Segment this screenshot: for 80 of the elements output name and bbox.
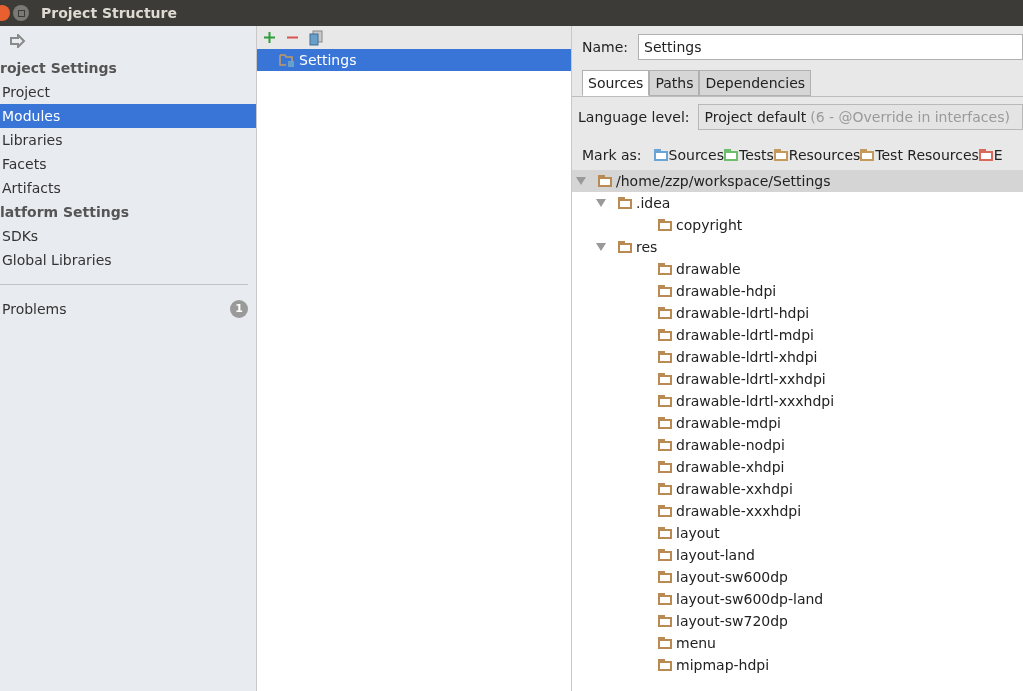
tree-row[interactable]: drawable-xhdpi <box>572 456 1023 478</box>
tree-row[interactable]: layout-sw600dp-land <box>572 588 1023 610</box>
folder-icon <box>658 263 672 275</box>
section-header: roject Settings <box>0 58 118 78</box>
tree-row[interactable]: drawable-nodpi <box>572 434 1023 456</box>
sidebar-item[interactable]: Global Libraries <box>0 248 256 272</box>
copy-icon[interactable] <box>309 29 323 46</box>
mark-as-label: Mark as: <box>582 145 642 165</box>
mark-button[interactable]: E <box>978 144 1003 166</box>
tree-row[interactable]: drawable-ldrtl-xxxhdpi <box>572 390 1023 412</box>
sidebar-item[interactable]: Facets <box>0 152 256 176</box>
folder-icon <box>658 505 672 517</box>
tree-row[interactable]: drawable-ldrtl-mdpi <box>572 324 1023 346</box>
folder-icon <box>658 285 672 297</box>
minimize-button[interactable] <box>13 5 29 21</box>
expand-arrow[interactable] <box>596 199 608 207</box>
language-level-label: Language level: <box>578 107 690 127</box>
tree-row[interactable]: drawable-ldrtl-xxhdpi <box>572 368 1023 390</box>
tree-row[interactable]: layout-sw600dp <box>572 566 1023 588</box>
module-item[interactable]: Settings <box>257 49 571 71</box>
folder-icon <box>658 615 672 627</box>
mark-button[interactable]: Tests <box>723 144 774 166</box>
folder-icon <box>658 351 672 363</box>
tab[interactable]: Paths <box>649 70 700 96</box>
tree-row[interactable]: mipmap-hdpi <box>572 654 1023 676</box>
mark-button[interactable]: Test Resources <box>860 144 979 166</box>
folder-icon <box>658 571 672 583</box>
folder-icon <box>658 395 672 407</box>
folder-icon <box>658 483 672 495</box>
folder-icon <box>658 593 672 605</box>
tab[interactable]: Sources <box>582 70 650 96</box>
folder-icon <box>658 659 672 671</box>
tree-row[interactable]: copyright <box>572 214 1023 236</box>
tab[interactable]: Dependencies <box>699 70 812 96</box>
tree-row[interactable]: res <box>572 236 1023 258</box>
folder-icon <box>658 461 672 473</box>
window-title: Project Structure <box>41 3 177 23</box>
tree-row[interactable]: drawable-ldrtl-hdpi <box>572 302 1023 324</box>
folder-icon <box>598 175 612 187</box>
expand-arrow[interactable] <box>576 177 588 185</box>
language-level-dropdown[interactable]: Project default (6 - @Override in interfaces) <box>697 104 1023 130</box>
add-icon[interactable] <box>263 31 276 44</box>
tree-row[interactable]: drawable-hdpi <box>572 280 1023 302</box>
name-field[interactable]: Settings <box>638 34 1023 60</box>
sidebar-item[interactable]: Problems 1 <box>0 297 256 321</box>
folder-icon <box>618 197 632 209</box>
tree-row[interactable]: menu <box>572 632 1023 654</box>
tree-row[interactable]: drawable <box>572 258 1023 280</box>
tree-row[interactable]: layout-land <box>572 544 1023 566</box>
name-label: Name: <box>582 37 629 57</box>
tree-row[interactable]: drawable-ldrtl-xhdpi <box>572 346 1023 368</box>
tree-row[interactable]: drawable-xxxhdpi <box>572 500 1023 522</box>
sidebar-item[interactable]: Modules <box>0 104 256 128</box>
folder-icon <box>658 637 672 649</box>
folder-icon <box>658 417 672 429</box>
folder-icon <box>658 219 672 231</box>
tree-row[interactable]: drawable-mdpi <box>572 412 1023 434</box>
tree-row[interactable]: drawable-xxhdpi <box>572 478 1023 500</box>
sidebar-item[interactable]: Libraries <box>0 128 256 152</box>
section-header: latform Settings <box>0 202 131 222</box>
folder-icon <box>618 241 632 253</box>
folder-icon <box>658 527 672 539</box>
tree-row[interactable]: layout-sw720dp <box>572 610 1023 632</box>
tree-row[interactable]: .idea <box>572 192 1023 214</box>
folder-icon <box>658 549 672 561</box>
tree-row[interactable]: layout <box>572 522 1023 544</box>
mark-button[interactable]: Sources <box>653 144 724 166</box>
tree-row[interactable]: /home/zzp/workspace/Settings <box>572 170 1023 192</box>
mark-button[interactable]: Resources <box>773 144 861 166</box>
folder-icon <box>658 307 672 319</box>
sidebar-item[interactable]: Project <box>0 80 256 104</box>
folder-icon <box>658 439 672 451</box>
expand-arrow[interactable] <box>596 243 608 251</box>
sidebar-item[interactable]: SDKs <box>0 224 256 248</box>
folder-icon <box>658 329 672 341</box>
folder-icon <box>658 373 672 385</box>
count-badge: 1 <box>230 300 248 318</box>
sidebar-item[interactable]: Artifacts <box>0 176 256 200</box>
forward-arrow-icon[interactable] <box>10 34 26 48</box>
module-folder-icon <box>279 53 295 67</box>
